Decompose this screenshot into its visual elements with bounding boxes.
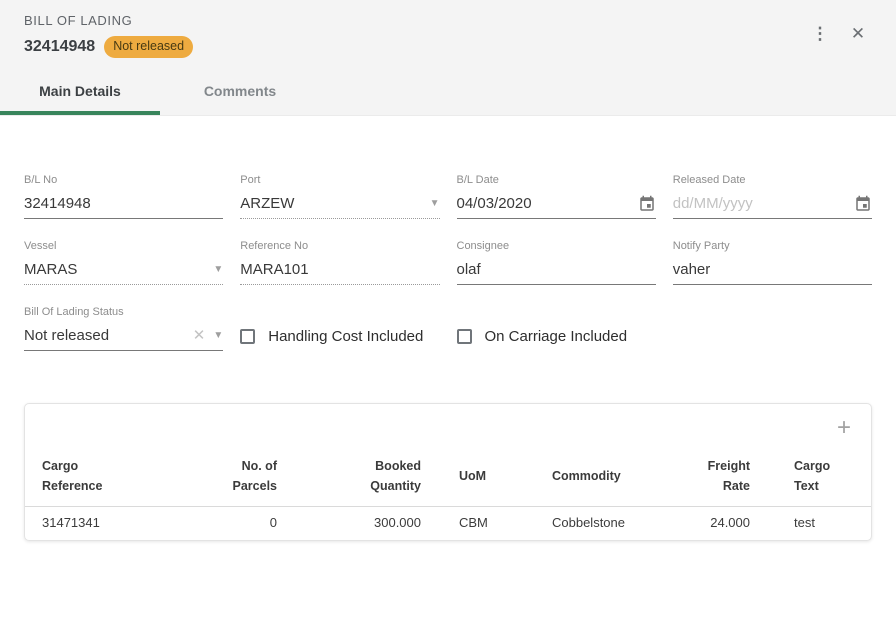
date-placeholder: dd/MM/yyyy [673,195,753,212]
document-number: 32414948 [24,38,95,56]
tab-main-details[interactable]: Main Details [0,67,160,115]
col-booked-quantity: Booked Quantity [277,452,421,507]
dialog-header: BILL OF LADING 32414948 Not released ⋮ ✕… [0,0,896,116]
bl-status-select[interactable]: Not released ✕ ▼ [24,322,223,351]
field-label: Released Date [673,174,872,186]
col-no-of-parcels: No. of Parcels [222,452,277,507]
grid-spacer [673,306,872,351]
handling-cost-checkbox[interactable]: Handling Cost Included [240,323,439,351]
cell-uom: CBM [421,506,536,540]
field-consignee: Consignee olaf [457,240,656,285]
checkbox-icon [240,329,255,344]
field-bl-date: B/L Date 04/03/2020 [457,174,656,219]
checkbox-label: On Carriage Included [485,328,628,345]
cell-no-of-parcels: 0 [222,506,277,540]
kebab-menu-icon[interactable]: ⋮ [806,20,834,48]
reference-no-input[interactable]: MARA101 [240,256,439,285]
bl-no-input[interactable]: 32414948 [24,190,223,219]
page-title: BILL OF LADING [24,13,193,28]
field-label: Reference No [240,240,439,252]
checkbox-label: Handling Cost Included [268,328,423,345]
close-icon[interactable]: ✕ [844,20,872,48]
tab-label: Comments [204,83,276,99]
cell-commodity: Cobbelstone [536,506,666,540]
field-port: Port ARZEW ▼ [240,174,439,219]
col-commodity: Commodity [536,452,666,507]
tab-comments[interactable]: Comments [160,67,320,115]
field-label: Bill Of Lading Status [24,306,223,318]
header-text: BILL OF LADING 32414948 Not released [24,13,193,58]
main-details-panel: B/L No 32414948 Port ARZEW ▼ B/L Date 04… [0,116,896,351]
cargo-table-header-row: Cargo Reference No. of Parcels Booked Qu… [25,452,872,507]
calendar-icon[interactable] [638,195,656,213]
field-bl-status: Bill Of Lading Status Not released ✕ ▼ [24,306,223,351]
field-label: B/L No [24,174,223,186]
field-bl-no: B/L No 32414948 [24,174,223,219]
chevron-down-icon[interactable]: ▼ [430,199,440,209]
on-carriage-checkbox[interactable]: On Carriage Included [457,323,656,351]
field-label: Notify Party [673,240,872,252]
cell-freight-rate: 24.000 [666,506,750,540]
tab-label: Main Details [39,83,121,99]
field-label: Port [240,174,439,186]
calendar-icon[interactable] [854,195,872,213]
col-cargo-text: Cargo Text [750,452,872,507]
consignee-input[interactable]: olaf [457,256,656,285]
clear-icon[interactable]: ✕ [193,328,206,343]
table-row[interactable]: 31471341 0 300.000 CBM Cobbelstone 24.00… [25,506,872,540]
field-reference-no: Reference No MARA101 [240,240,439,285]
tab-bar: Main Details Comments [0,67,896,115]
chevron-down-icon[interactable]: ▼ [213,331,223,341]
cell-cargo-text: test [750,506,872,540]
cell-cargo-reference: 31471341 [25,506,222,540]
released-date-input[interactable]: dd/MM/yyyy [673,190,872,219]
col-freight-rate: Freight Rate [666,452,750,507]
add-cargo-icon[interactable]: + [835,416,853,440]
bl-date-input[interactable]: 04/03/2020 [457,190,656,219]
port-select[interactable]: ARZEW ▼ [240,190,439,219]
status-badge: Not released [104,36,193,58]
field-label: Vessel [24,240,223,252]
checkbox-icon [457,329,472,344]
cargo-card: + Cargo Reference No. of Parcels Booked … [24,403,872,541]
chevron-down-icon[interactable]: ▼ [213,265,223,275]
field-label: B/L Date [457,174,656,186]
active-tab-indicator [0,111,160,115]
col-cargo-reference: Cargo Reference [25,452,222,507]
notify-party-input[interactable]: vaher [673,256,872,285]
field-notify-party: Notify Party vaher [673,240,872,285]
field-vessel: Vessel MARAS ▼ [24,240,223,285]
field-label: Consignee [457,240,656,252]
field-released-date: Released Date dd/MM/yyyy [673,174,872,219]
vessel-select[interactable]: MARAS ▼ [24,256,223,285]
cargo-table: Cargo Reference No. of Parcels Booked Qu… [25,452,872,540]
col-uom: UoM [421,452,536,507]
cell-booked-quantity: 300.000 [277,506,421,540]
